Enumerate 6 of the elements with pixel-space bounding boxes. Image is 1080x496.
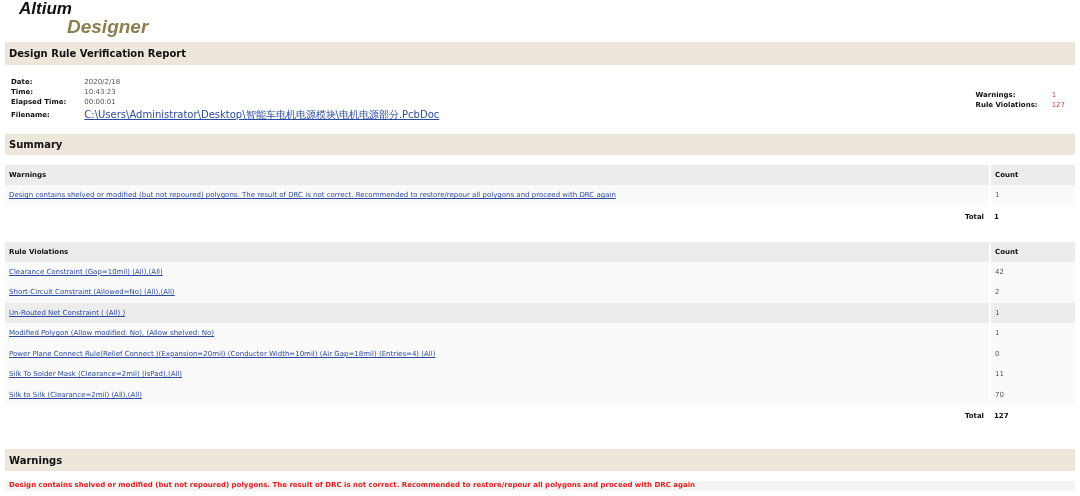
logo-wordmark: Altium [19,0,72,17]
logo-subtitle: Designer [67,17,149,37]
section-heading: Summary [5,134,1075,155]
report-title: Design Rule Verification Report [5,42,1075,65]
section-heading: Warnings [5,449,1075,471]
filename-link[interactable]: C:\Users\Administrator\Desktop\智能车电机电源模块\电机电源部分.PcbDoc [84,108,440,122]
